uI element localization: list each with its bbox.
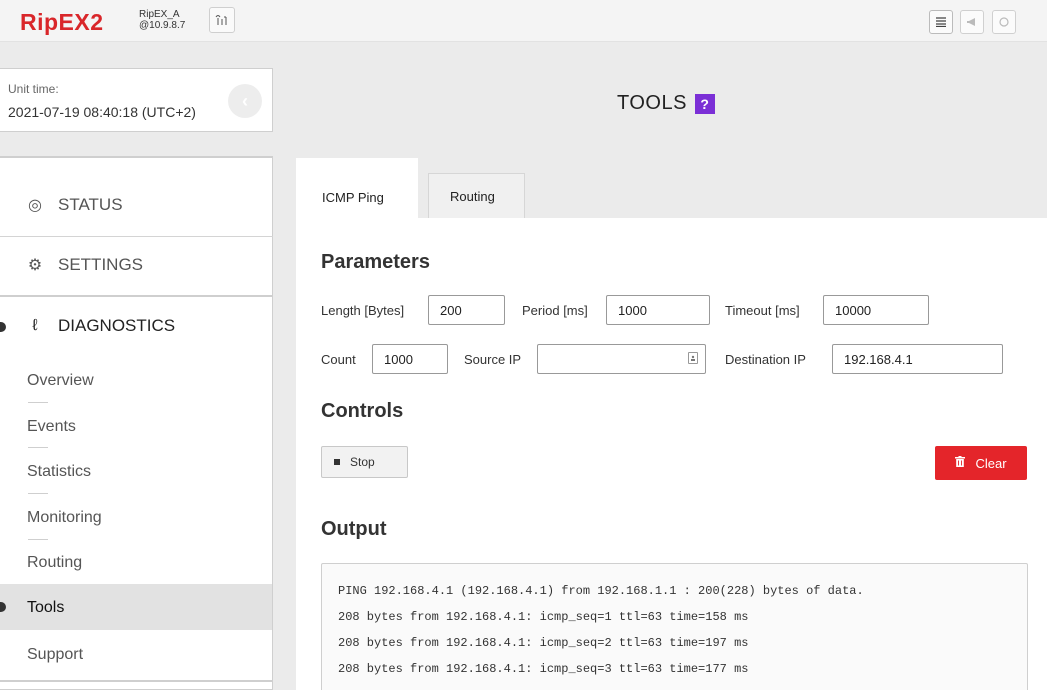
parameters-heading: Parameters — [321, 251, 430, 273]
unit-ip: @10.9.8.7 — [139, 20, 186, 31]
unit-name: RipEX_A — [139, 9, 180, 20]
count-input[interactable] — [372, 344, 448, 374]
length-input[interactable] — [428, 295, 505, 325]
source-ip-label: Source IP — [464, 352, 522, 367]
sidebar-item-status[interactable]: ◎ STATUS — [24, 195, 123, 215]
clear-button-label: Clear — [975, 455, 1007, 471]
stethoscope-icon: ℓ — [32, 317, 38, 334]
period-input[interactable] — [606, 295, 710, 325]
sidebar-subitem-events[interactable]: Events — [27, 418, 76, 436]
controls-heading: Controls — [321, 400, 404, 422]
clear-button[interactable]: Clear — [935, 446, 1027, 480]
source-ip-input[interactable] — [537, 344, 706, 374]
subitem-divider — [28, 447, 48, 448]
sidebar-item-settings[interactable]: ⚙ SETTINGS — [24, 255, 143, 275]
sidebar-subitem-monitoring[interactable]: Monitoring — [27, 509, 102, 527]
output-line: 208 bytes from 192.168.4.1: icmp_seq=1 t… — [338, 610, 749, 624]
list-icon[interactable] — [929, 10, 953, 34]
sidebar-item-diagnostics[interactable]: ℓ DIAGNOSTICS — [24, 316, 175, 336]
unit-info: RipEX_A @10.9.8.7 — [139, 9, 185, 31]
page-title: TOOLS ? — [617, 92, 715, 115]
period-label: Period [ms] — [522, 303, 588, 318]
timeout-input[interactable] — [823, 295, 929, 325]
unit-time-value: 2021-07-19 08:40:18 (UTC+2) — [8, 104, 196, 120]
timeout-label: Timeout [ms] — [725, 303, 800, 318]
sidebar-subitem-overview[interactable]: Overview — [27, 372, 94, 390]
ping-output[interactable]: PING 192.168.4.1 (192.168.4.1) from 192.… — [321, 563, 1028, 690]
gauge-icon: ◎ — [28, 197, 42, 214]
length-label: Length [Bytes] — [321, 303, 405, 318]
output-line: 208 bytes from 192.168.4.1: icmp_seq=2 t… — [338, 636, 749, 650]
destination-ip-input[interactable] — [832, 344, 1003, 374]
trash-icon — [955, 456, 966, 470]
sidebar-divider — [0, 236, 273, 237]
tab-routing[interactable]: Routing — [428, 173, 525, 218]
collapse-sidebar-icon[interactable]: ‹ — [228, 84, 262, 118]
page-title-text: TOOLS — [617, 92, 687, 114]
megaphone-icon[interactable] — [960, 10, 984, 34]
sidebar-subitem-tools[interactable]: Tools — [27, 599, 64, 617]
address-book-icon[interactable] — [688, 352, 698, 364]
sidebar-subitem-support[interactable]: Support — [27, 646, 83, 664]
top-bar: RipEX2 RipEX_A @10.9.8.7 — [0, 0, 1047, 42]
unit-time-panel: Unit time: 2021-07-19 08:40:18 (UTC+2) ‹ — [0, 68, 273, 132]
output-line: PING 192.168.4.1 (192.168.4.1) from 192.… — [338, 584, 864, 598]
destination-ip-label: Destination IP — [725, 352, 806, 367]
ripex-logo[interactable]: RipEX2 — [20, 10, 104, 34]
sidebar-item-label: SETTINGS — [58, 255, 144, 274]
sidebar-divider — [0, 680, 273, 682]
sidebar-item-label: STATUS — [58, 195, 123, 214]
output-heading: Output — [321, 518, 387, 540]
sidebar-item-label: DIAGNOSTICS — [58, 316, 176, 335]
refresh-icon[interactable] — [992, 10, 1016, 34]
gear-icon: ⚙ — [27, 257, 43, 274]
sidebar-subitem-routing[interactable]: Routing — [27, 554, 82, 572]
stop-button-label: Stop — [350, 455, 375, 469]
count-label: Count — [321, 352, 356, 367]
subitem-divider — [28, 402, 48, 403]
output-line: 208 bytes from 192.168.4.1: icmp_seq=3 t… — [338, 662, 749, 676]
stop-icon — [334, 459, 340, 465]
radio-signal-icon[interactable] — [209, 7, 235, 33]
subitem-divider — [28, 539, 48, 540]
subitem-divider — [28, 493, 48, 494]
sidebar-divider — [0, 295, 273, 297]
sidebar-subitem-statistics[interactable]: Statistics — [27, 463, 91, 481]
help-icon[interactable]: ? — [694, 93, 715, 114]
tab-icmp-ping[interactable]: ICMP Ping — [296, 158, 418, 218]
unit-time-label: Unit time: — [8, 82, 59, 96]
stop-button[interactable]: Stop — [321, 446, 408, 478]
